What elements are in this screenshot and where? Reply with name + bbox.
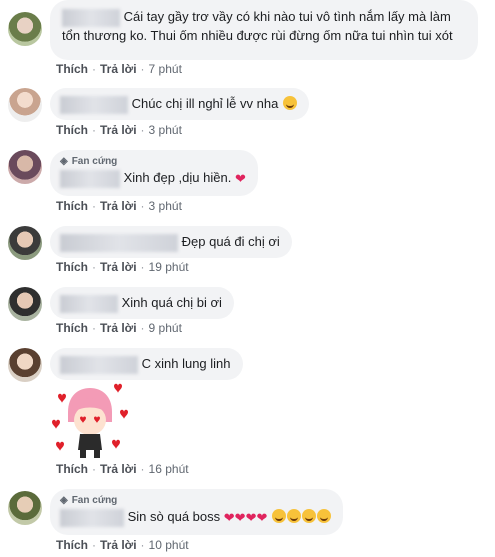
heart-icon: ❤ [256,510,268,525]
avatar[interactable] [8,491,42,525]
fan-badge: ◈ Fan cứng [60,495,118,506]
reply-link[interactable]: Trả lời [100,260,137,274]
author-name[interactable] [60,169,120,188]
like-link[interactable]: Thích [56,260,88,274]
timestamp[interactable]: 16 phút [149,462,189,476]
avatar[interactable] [8,12,42,46]
fan-badge: ◈ Fan cứng [60,156,118,167]
comment-text: Đẹp quá đi chị ơi [181,234,280,249]
comment-text: Xinh quá chị bi ơi [121,295,222,310]
timestamp[interactable]: 3 phút [149,199,182,213]
avatar[interactable] [8,88,42,122]
smiling-face-hearts-icon [287,509,302,523]
comment-text: C xinh lung linh [141,356,231,371]
timestamp[interactable]: 9 phút [149,321,182,335]
like-link[interactable]: Thích [56,538,88,552]
comment-text: Cái tay gầy trơ vầy có khi nào tui vô tì… [123,9,451,24]
author-name[interactable] [62,8,120,27]
author-name[interactable] [60,95,128,114]
heart-icon: ❤ [245,510,257,525]
diamond-icon: ◈ [60,495,68,506]
reply-link[interactable]: Trả lời [100,199,137,213]
comment-5: Xinh quá chị bi ơi Thích · Trả lời · 9 phút [0,285,495,341]
comment-4: Đẹp quá đi chị ơi Thích · Trả lời · 19 phút [0,224,495,280]
avatar[interactable] [8,287,42,321]
comment-actions: Thích · Trả lời · 19 phút [56,260,189,274]
comment-bubble: Cái tay gầy trơ vầy có khi nào tui vô tì… [50,0,478,60]
avatar[interactable] [8,226,42,260]
avatar[interactable] [8,150,42,184]
pink-hair-girl-hearts-sticker[interactable] [50,382,130,460]
like-link[interactable]: Thích [56,462,88,476]
author-name[interactable] [60,508,124,527]
comment-6: C xinh lung linh Thích · Trả lời · 16 phút [0,346,495,478]
like-link[interactable]: Thích [56,199,88,213]
author-name[interactable] [60,233,178,252]
reply-link[interactable]: Trả lời [100,538,137,552]
comment-actions: Thích · Trả lời · 3 phút [56,199,182,213]
comment-bubble: Đẹp quá đi chị ơi [50,226,292,258]
comment-text: tổn thương ko. Thui ốm nhiều được rùi đừ… [62,27,453,43]
author-name[interactable] [60,355,138,374]
reply-link[interactable]: Trả lời [100,462,137,476]
timestamp[interactable]: 10 phút [149,538,189,552]
author-name[interactable] [60,294,118,313]
comment-2: Chúc chị ill nghỉ lễ vv nha Thích · Trả lờ… [0,86,495,146]
timestamp[interactable]: 19 phút [149,260,189,274]
comment-bubble: ◈ Fan cứng Xinh đẹp ,dịu hiền. ❤ [50,150,258,196]
comment-bubble: C xinh lung linh [50,348,243,380]
comment-actions: Thích · Trả lời · 9 phút [56,321,182,335]
comment-actions: Thích · Trả lời · 16 phút [56,462,189,476]
comment-text: Chúc chị ill nghỉ lễ vv nha [131,96,279,111]
timestamp[interactable]: 3 phút [149,123,182,137]
comment-bubble: ◈ Fan cứng Sin sò quá boss ❤❤❤❤ [50,489,344,535]
reply-link[interactable]: Trả lời [100,62,137,76]
smiling-face-icon [317,509,332,523]
comment-text: Xinh đẹp ,dịu hiền. [123,170,232,185]
like-link[interactable]: Thích [56,321,88,335]
heart-icon: ❤ [223,510,235,525]
reply-link[interactable]: Trả lời [100,321,137,335]
diamond-icon: ◈ [60,156,68,167]
heart-icon: ❤ [234,510,246,525]
comment-text: Sin sò quá boss [127,509,221,524]
smiling-face-hearts-icon [272,509,287,523]
timestamp[interactable]: 7 phút [149,62,182,76]
comment-3: ◈ Fan cứng Xinh đẹp ,dịu hiền. ❤ Thích · Tr… [0,148,495,214]
avatar[interactable] [8,348,42,382]
comment-1: Cái tay gầy trơ vầy có khi nào tui vô tì… [0,0,495,78]
comment-bubble: Xinh quá chị bi ơi [50,287,234,319]
like-link[interactable]: Thích [56,62,88,76]
comment-actions: Thích · Trả lời · 7 phút [56,62,182,76]
kiss-face-icon [282,96,297,110]
comment-actions: Thích · Trả lời · 3 phút [56,123,182,137]
red-heart-icon: ❤ [234,171,246,186]
comment-actions: Thích · Trả lời · 10 phút [56,538,189,552]
comment-bubble: Chúc chị ill nghỉ lễ vv nha [50,88,309,120]
comment-7: ◈ Fan cứng Sin sò quá boss ❤❤❤❤ Thích · Trả… [0,487,495,557]
reply-link[interactable]: Trả lời [100,123,137,137]
like-link[interactable]: Thích [56,123,88,137]
smiling-face-hearts-icon [302,509,317,523]
